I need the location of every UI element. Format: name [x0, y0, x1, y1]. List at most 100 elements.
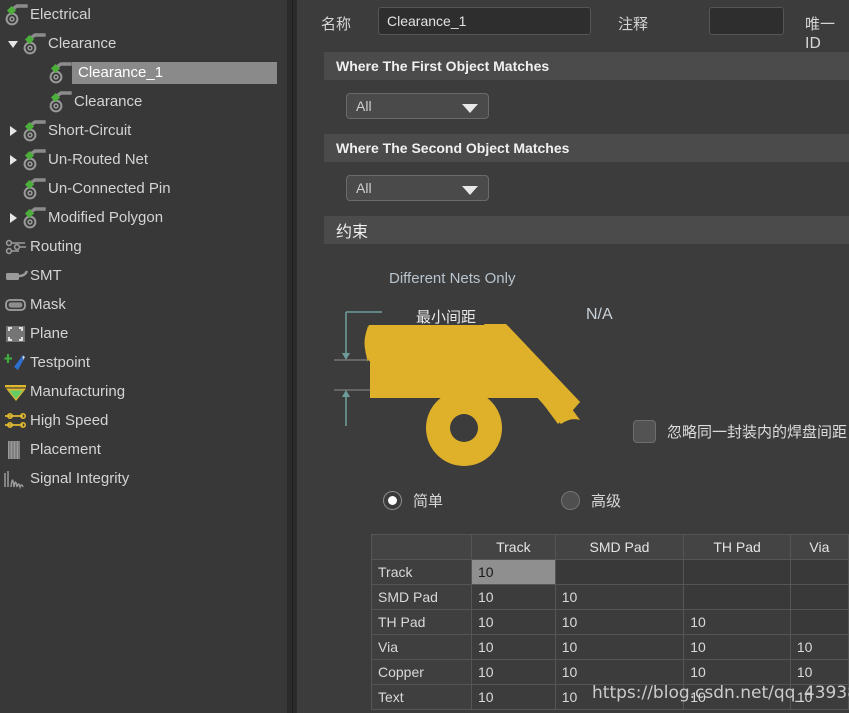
- sidebar-item-mask[interactable]: Mask: [0, 290, 287, 319]
- net-rule-icon: [22, 148, 46, 172]
- matrix-row-header: Track: [371, 559, 472, 585]
- constraint-mode-radio-group[interactable]: 简单 高级: [383, 490, 683, 518]
- matrix-cell[interactable]: [554, 559, 685, 585]
- second-object-scope-select[interactable]: All: [346, 175, 489, 201]
- sidebar-item-signal-integrity[interactable]: Signal Integrity: [0, 464, 287, 493]
- sidebar-item-label: Placement: [30, 441, 101, 458]
- matrix-row-header: Via: [371, 634, 472, 660]
- radio-advanced-indicator[interactable]: [561, 491, 580, 510]
- net-rule-icon: [4, 3, 28, 27]
- matrix-cell[interactable]: 10: [683, 684, 791, 710]
- matrix-cell[interactable]: 10: [683, 659, 791, 685]
- first-object-scope-select[interactable]: All: [346, 93, 489, 119]
- matrix-cell[interactable]: 10: [789, 684, 849, 710]
- rule-comment-input[interactable]: [709, 7, 784, 35]
- sidebar-item-electrical[interactable]: Electrical: [0, 0, 287, 29]
- mask-icon: [4, 293, 28, 317]
- sidebar-item-clearance[interactable]: Clearance: [0, 87, 287, 116]
- sidebar-item-manufacturing[interactable]: Manufacturing: [0, 377, 287, 406]
- ignore-pad-clearance-checkbox-row[interactable]: 忽略同一封装内的焊盘间距: [633, 420, 847, 443]
- matrix-cell[interactable]: 10: [471, 609, 556, 635]
- matrix-cell[interactable]: [789, 584, 849, 610]
- sidebar-item-label: Routing: [30, 238, 82, 255]
- sidebar-item-short-circuit[interactable]: Short-Circuit: [0, 116, 287, 145]
- signal-integrity-icon: [4, 467, 28, 491]
- radio-simple-indicator[interactable]: [383, 491, 402, 510]
- sidebar-item-testpoint[interactable]: Testpoint: [0, 348, 287, 377]
- matrix-cell[interactable]: [683, 559, 791, 585]
- constraints-section-header: 约束: [324, 216, 849, 244]
- routing-icon: [4, 235, 28, 259]
- unique-id-label: 唯一ID: [805, 15, 836, 52]
- radio-advanced-label: 高级: [591, 492, 622, 510]
- chevron-down-icon: [462, 186, 478, 195]
- sidebar-item-routing[interactable]: Routing: [0, 232, 287, 261]
- matrix-cell[interactable]: 10: [471, 634, 556, 660]
- clearance-diagram: Different Nets Only 最小间距 N/A: [324, 248, 849, 488]
- matrix-col-header: TH Pad: [683, 534, 791, 560]
- sidebar-item-label: Clearance_1: [72, 61, 277, 84]
- table-row[interactable]: Text 10 10 10 10: [371, 684, 849, 710]
- sidebar-item-label: Un-Connected Pin: [48, 180, 171, 197]
- chevron-down-icon[interactable]: [8, 38, 20, 50]
- chevron-right-icon[interactable]: [8, 212, 20, 224]
- matrix-cell[interactable]: 10: [471, 659, 556, 685]
- sidebar-item-placement[interactable]: Placement: [0, 435, 287, 464]
- panel-splitter[interactable]: [287, 0, 297, 713]
- comment-label: 注释: [618, 15, 649, 33]
- matrix-cell[interactable]: 10: [554, 634, 685, 660]
- ignore-pad-clearance-checkbox[interactable]: [633, 420, 656, 443]
- clearance-illustration: [334, 311, 580, 466]
- table-row[interactable]: Via 10 10 10 10: [371, 634, 849, 660]
- plane-icon: [4, 322, 28, 346]
- table-row[interactable]: SMD Pad 10 10: [371, 584, 849, 610]
- chevron-right-icon[interactable]: [8, 154, 20, 166]
- design-rules-tree[interactable]: Electrical Clearance Clearance_1 Clearan…: [0, 0, 287, 713]
- radio-advanced[interactable]: 高级: [561, 490, 621, 511]
- sidebar-item-high-speed[interactable]: High Speed: [0, 406, 287, 435]
- radio-simple[interactable]: 简单: [383, 490, 443, 511]
- name-label: 名称: [321, 15, 352, 33]
- testpoint-icon: [4, 351, 28, 375]
- sidebar-item-un-routed-net[interactable]: Un-Routed Net: [0, 145, 287, 174]
- first-object-section-header: Where The First Object Matches: [324, 52, 849, 80]
- placement-icon: [4, 438, 28, 462]
- radio-simple-label: 简单: [413, 492, 444, 510]
- sidebar-item-label: Electrical: [30, 6, 91, 23]
- matrix-cell[interactable]: 10: [789, 634, 849, 660]
- matrix-cell[interactable]: 10: [683, 609, 791, 635]
- sidebar-item-label: Clearance: [74, 93, 143, 110]
- sidebar-item-clearance[interactable]: Clearance: [0, 29, 287, 58]
- matrix-cell[interactable]: 10: [683, 634, 791, 660]
- matrix-cell[interactable]: 10: [471, 584, 556, 610]
- matrix-cell[interactable]: 10: [554, 584, 685, 610]
- chevron-down-icon: [462, 104, 478, 113]
- matrix-cell[interactable]: [683, 584, 791, 610]
- sidebar-item-label: High Speed: [30, 412, 109, 429]
- table-row[interactable]: Track 10: [371, 559, 849, 585]
- rule-name-input[interactable]: Clearance_1: [378, 7, 591, 35]
- table-row[interactable]: TH Pad 10 10 10: [371, 609, 849, 635]
- matrix-cell[interactable]: 10: [554, 609, 685, 635]
- table-body[interactable]: Track 10 SMD Pad 10 10 TH Pad 10 10 10 Via 10 10 10 1…: [371, 559, 849, 710]
- first-object-scope-value: All: [356, 98, 372, 114]
- table-header-row: Track SMD Pad TH Pad Via: [371, 534, 849, 560]
- sidebar-item-modified-polygon[interactable]: Modified Polygon: [0, 203, 287, 232]
- sidebar-item-smt[interactable]: SMT: [0, 261, 287, 290]
- sidebar-item-plane[interactable]: Plane: [0, 319, 287, 348]
- smt-icon: [4, 264, 29, 288]
- matrix-cell[interactable]: 10: [554, 659, 685, 685]
- sidebar-item-un-connected-pin[interactable]: Un-Connected Pin: [0, 174, 287, 203]
- sidebar-item-clearance-1[interactable]: Clearance_1: [0, 58, 287, 87]
- sidebar-item-label: Mask: [30, 296, 66, 313]
- chevron-right-icon[interactable]: [8, 125, 20, 137]
- matrix-cell[interactable]: [789, 609, 849, 635]
- matrix-cell[interactable]: 10: [471, 684, 556, 710]
- matrix-cell[interactable]: [789, 559, 849, 585]
- matrix-cell[interactable]: 10: [789, 659, 849, 685]
- matrix-row-header: Copper: [371, 659, 472, 685]
- clearance-matrix-table[interactable]: Track SMD Pad TH Pad Via Track 10 SMD Pad 10 10…: [371, 534, 849, 710]
- table-row[interactable]: Copper 10 10 10 10: [371, 659, 849, 685]
- matrix-cell[interactable]: 10: [554, 684, 685, 710]
- matrix-cell[interactable]: 10: [471, 559, 556, 585]
